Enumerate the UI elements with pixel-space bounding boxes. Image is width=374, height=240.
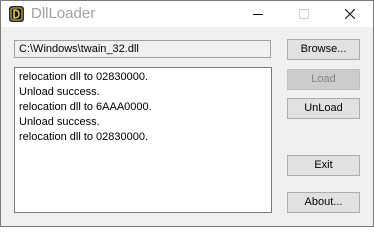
dll-loader-window: DllLoader C:\Windows\twain_32.dll reloca… — [0, 0, 374, 227]
minimize-button[interactable] — [235, 1, 281, 27]
unload-button[interactable]: UnLoad — [287, 98, 360, 119]
log-line: relocation dll to 02830000. — [19, 131, 149, 143]
load-button[interactable]: Load — [287, 69, 360, 90]
log-line: Unload success. — [19, 86, 100, 98]
log-line: relocation dll to 02830000. — [19, 71, 149, 83]
maximize-button[interactable] — [281, 1, 327, 27]
log-output[interactable]: relocation dll to 02830000. Unload succe… — [14, 67, 272, 213]
exit-button[interactable]: Exit — [287, 155, 360, 176]
title-bar[interactable]: DllLoader — [1, 1, 373, 27]
close-icon — [345, 9, 355, 19]
window-title: DllLoader — [31, 5, 96, 22]
about-button[interactable]: About... — [287, 192, 360, 213]
log-line: relocation dll to 6AAA0000. — [19, 101, 152, 113]
log-line: Unload success. — [19, 116, 100, 128]
dll-loader-app-icon — [8, 5, 25, 23]
close-button[interactable] — [327, 1, 373, 27]
browse-button[interactable]: Browse... — [287, 39, 360, 60]
dll-path-field[interactable]: C:\Windows\twain_32.dll — [14, 40, 271, 58]
minimize-icon — [253, 14, 263, 15]
maximize-icon — [299, 9, 309, 19]
